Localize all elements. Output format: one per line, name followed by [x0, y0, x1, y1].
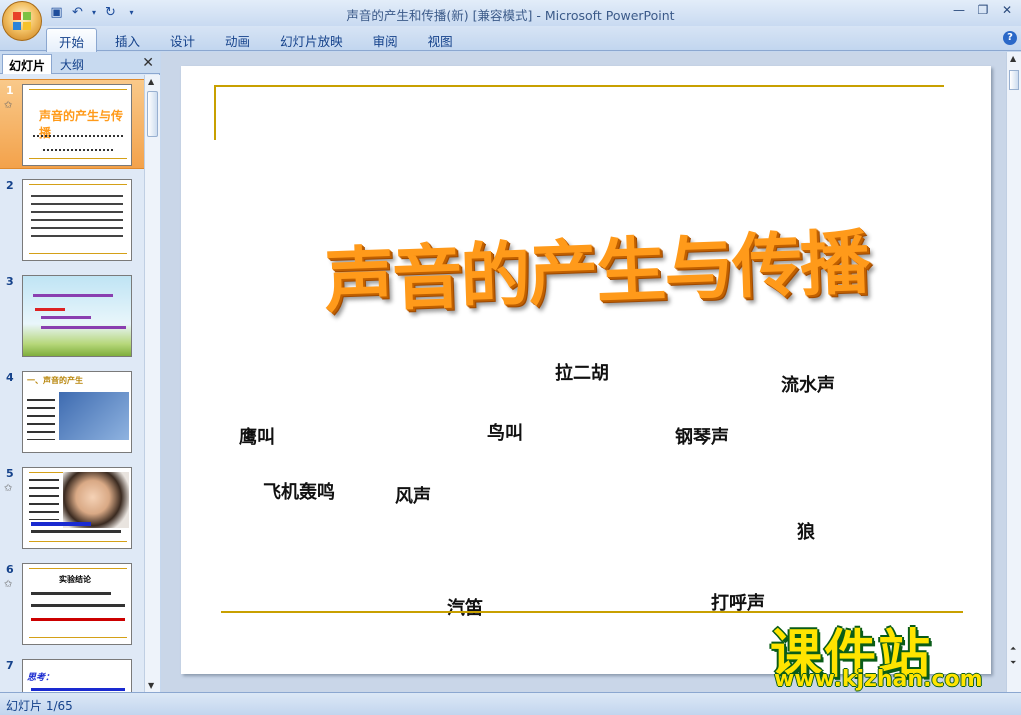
slide-left-rule: [214, 85, 216, 140]
thumbnail-list: 1 ✩ 声音的产生与传播 2 3 4 一、声音的产生 5 ✩ 6 ✩ 实验结论 …: [0, 75, 144, 692]
animation-star-icon: ✩: [4, 100, 13, 111]
status-bar: 幻灯片 1/65: [0, 692, 1021, 715]
slide-thumbnail[interactable]: 2: [0, 175, 144, 265]
slide-thumbnail[interactable]: 3: [0, 271, 144, 361]
minimize-icon[interactable]: —: [951, 2, 967, 18]
slide-thumbnail[interactable]: 4 一、声音的产生: [0, 367, 144, 457]
slide-indicator: 幻灯片 1/65: [6, 699, 73, 713]
tab-animations[interactable]: 动画: [213, 28, 262, 55]
ribbon: 开始 插入 设计 动画 幻灯片放映 审阅 视图 ?: [0, 26, 1021, 55]
thumbnail-preview: 一、声音的产生: [22, 371, 132, 453]
slide-title[interactable]: 声音的产生与传播: [309, 206, 882, 327]
tab-review[interactable]: 审阅: [361, 28, 410, 55]
scrollbar-thumb[interactable]: [147, 91, 158, 137]
sound-word[interactable]: 鸟叫: [487, 419, 523, 445]
sound-word[interactable]: 风声: [395, 482, 431, 508]
scroll-down-icon[interactable]: ▼: [148, 681, 154, 690]
slide-number: 2: [6, 179, 14, 192]
thumbnail-title: 实验结论: [59, 575, 91, 584]
tab-outline[interactable]: 大纲: [54, 54, 90, 74]
animation-star-icon: ✩: [4, 579, 13, 590]
scroll-up-icon[interactable]: ▲: [148, 77, 154, 86]
sound-word[interactable]: 狼: [797, 518, 815, 544]
tab-slides[interactable]: 幻灯片: [2, 54, 53, 74]
slides-panel: 幻灯片 大纲 ✕ 1 ✩ 声音的产生与传播 2 3 4 一、声音的产生 5 ✩ …: [0, 52, 160, 692]
animation-star-icon: ✩: [4, 483, 13, 494]
restore-icon[interactable]: ❐: [975, 2, 991, 18]
thumbnail-scrollbar[interactable]: ▲ ▼: [144, 75, 160, 692]
previous-slide-icon[interactable]: ⏶: [1010, 644, 1016, 654]
close-icon[interactable]: ✕: [999, 2, 1015, 18]
slide-number: 4: [6, 371, 14, 384]
slide-number: 5: [6, 467, 14, 480]
thumbnail-preview: 思考：: [22, 659, 132, 692]
slide-number: 1: [6, 84, 14, 97]
help-icon[interactable]: ?: [1003, 31, 1017, 45]
thumbnail-title: 一、声音的产生: [27, 376, 83, 385]
next-slide-icon[interactable]: ⏷: [1010, 658, 1016, 668]
slide-thumbnail[interactable]: 1 ✩ 声音的产生与传播: [0, 79, 144, 169]
thumbnail-preview: [22, 275, 132, 357]
tab-home[interactable]: 开始: [46, 28, 98, 55]
sound-word[interactable]: 流水声: [781, 371, 835, 397]
sound-word[interactable]: 飞机轰鸣: [263, 478, 335, 504]
ribbon-tabs: 开始 插入 设计 动画 幻灯片放映 审阅 视图: [46, 28, 471, 55]
office-button[interactable]: [2, 1, 42, 41]
tab-view[interactable]: 视图: [416, 28, 465, 55]
watermark-url: www.kjzhan.com: [774, 667, 983, 692]
slide-number: 6: [6, 563, 14, 576]
slide-number: 7: [6, 659, 14, 672]
slide-editing-area: 声音的产生与传播 拉二胡 流水声 鹰叫 鸟叫 钢琴声 飞机轰鸣 风声 狼 汽笛 …: [161, 52, 1006, 692]
sound-word[interactable]: 汽笛: [447, 594, 483, 620]
slide-top-rule: [214, 85, 944, 87]
thumbnail-preview: 声音的产生与传播: [22, 84, 132, 166]
thumbnail-preview: 实验结论: [22, 563, 132, 645]
slide-scrollbar[interactable]: ▲ ⏶ ⏷: [1006, 52, 1021, 692]
thumbnail-title: 思考：: [27, 673, 55, 683]
thumbnail-preview: [22, 467, 132, 549]
tab-design[interactable]: 设计: [158, 28, 207, 55]
slide-thumbnail[interactable]: 6 ✩ 实验结论: [0, 559, 144, 649]
sound-word[interactable]: 鹰叫: [239, 423, 275, 449]
office-logo-icon: [13, 12, 31, 30]
scrollbar-thumb[interactable]: [1009, 70, 1019, 90]
slide-canvas[interactable]: 声音的产生与传播 拉二胡 流水声 鹰叫 鸟叫 钢琴声 飞机轰鸣 风声 狼 汽笛 …: [181, 66, 991, 674]
slide-number: 3: [6, 275, 14, 288]
watermark-logo: 课件站 www.kjzhan.com: [770, 612, 1002, 692]
tab-slideshow[interactable]: 幻灯片放映: [268, 28, 355, 55]
window-title: 声音的产生和传播(新) [兼容模式] - Microsoft PowerPoin…: [346, 8, 675, 23]
tab-insert[interactable]: 插入: [103, 28, 152, 55]
sound-word[interactable]: 钢琴声: [675, 423, 729, 449]
sound-word[interactable]: 拉二胡: [555, 359, 609, 385]
title-bar: ▣ ↶ ▾ ↻ ▾ 声音的产生和传播(新) [兼容模式] - Microsoft…: [0, 0, 1021, 26]
slide-thumbnail[interactable]: 7 思考：: [0, 655, 144, 692]
thumbnail-preview: [22, 179, 132, 261]
panel-close-icon[interactable]: ✕: [142, 55, 154, 71]
panel-tabs: 幻灯片 大纲 ✕: [0, 52, 160, 74]
window-controls: — ❐ ✕: [951, 2, 1015, 18]
slide-thumbnail[interactable]: 5 ✩: [0, 463, 144, 553]
scroll-up-icon[interactable]: ▲: [1010, 54, 1016, 63]
